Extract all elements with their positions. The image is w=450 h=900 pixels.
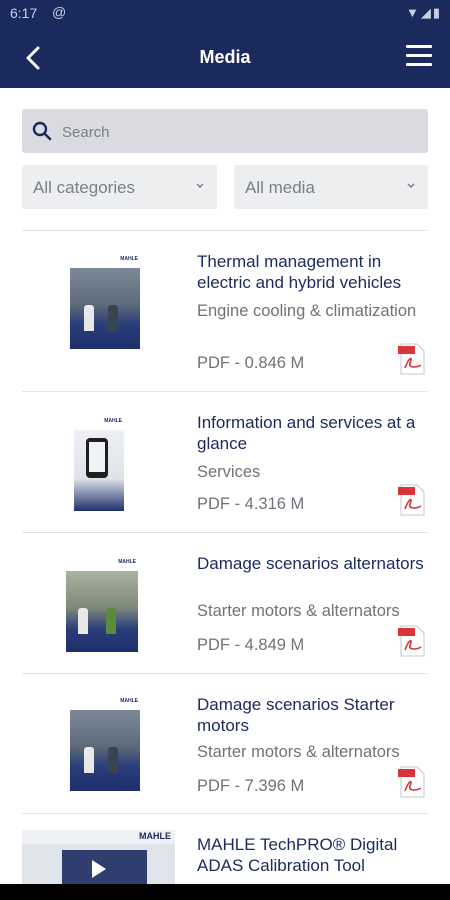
brochure-thumbnail: MAHLE [66,557,138,652]
media-list-item[interactable]: MAHLE Damage scenarios alternators Start… [0,533,450,673]
brochure-thumbnail: MAHLE [70,254,140,349]
item-title: Information and services at a glance [197,413,416,453]
page-title: Media [199,47,251,67]
pdf-icon[interactable] [398,625,426,657]
pdf-icon[interactable] [398,766,426,798]
chevron-down-icon [407,183,415,189]
search-input[interactable] [60,109,414,155]
search-bar[interactable] [22,109,428,155]
pdf-icon[interactable] [398,484,426,516]
media-list-item[interactable]: MAHLE Information and services at a glan… [0,392,450,532]
media-dropdown[interactable]: All media [234,165,428,209]
brochure-thumbnail: MAHLE [70,696,140,791]
category-dropdown-label: All categories [33,178,136,197]
status-notification-icon: @ [52,4,67,20]
item-file-info: PDF - 4.849 M [197,636,305,654]
media-list-item[interactable]: MAHLE MAHLE TechPRO® Digital ADAS Calibr… [0,814,450,884]
item-title: Thermal management in electric and hybri… [197,252,402,292]
chevron-down-icon [196,183,204,189]
media-dropdown-label: All media [245,178,315,197]
item-title: Damage scenarios alternators [197,554,424,573]
app-bar: Media [0,28,450,88]
category-dropdown[interactable]: All categories [22,165,217,209]
video-thumbnail: MAHLE [22,830,175,884]
hamburger-menu-icon[interactable] [406,45,432,67]
item-file-info: PDF - 4.316 M [197,495,305,513]
status-icons: ▼◢▮ [405,5,442,20]
item-category: Services [197,463,261,481]
item-category: Starter motors & alternators [197,743,400,761]
item-file-info: PDF - 0.846 M [197,354,305,372]
media-list-item[interactable]: MAHLE Thermal management in electric and… [0,231,450,391]
system-navigation-bar [0,884,450,900]
item-title: Damage scenarios Starter motors [197,695,395,735]
status-bar: 6:17 @ ▼◢▮ [0,0,450,28]
search-icon [32,121,52,141]
status-time: 6:17 [10,5,38,21]
media-list-item[interactable]: MAHLE Damage scenarios Starter motors St… [0,674,450,814]
item-file-info: PDF - 7.396 M [197,777,305,795]
item-category: Engine cooling & climatization [197,302,417,320]
item-category: Starter motors & alternators [197,602,400,620]
brochure-thumbnail: MAHLE [74,416,124,511]
pdf-icon[interactable] [398,343,426,375]
item-title: MAHLE TechPRO® Digital ADAS Calibration … [197,835,398,875]
